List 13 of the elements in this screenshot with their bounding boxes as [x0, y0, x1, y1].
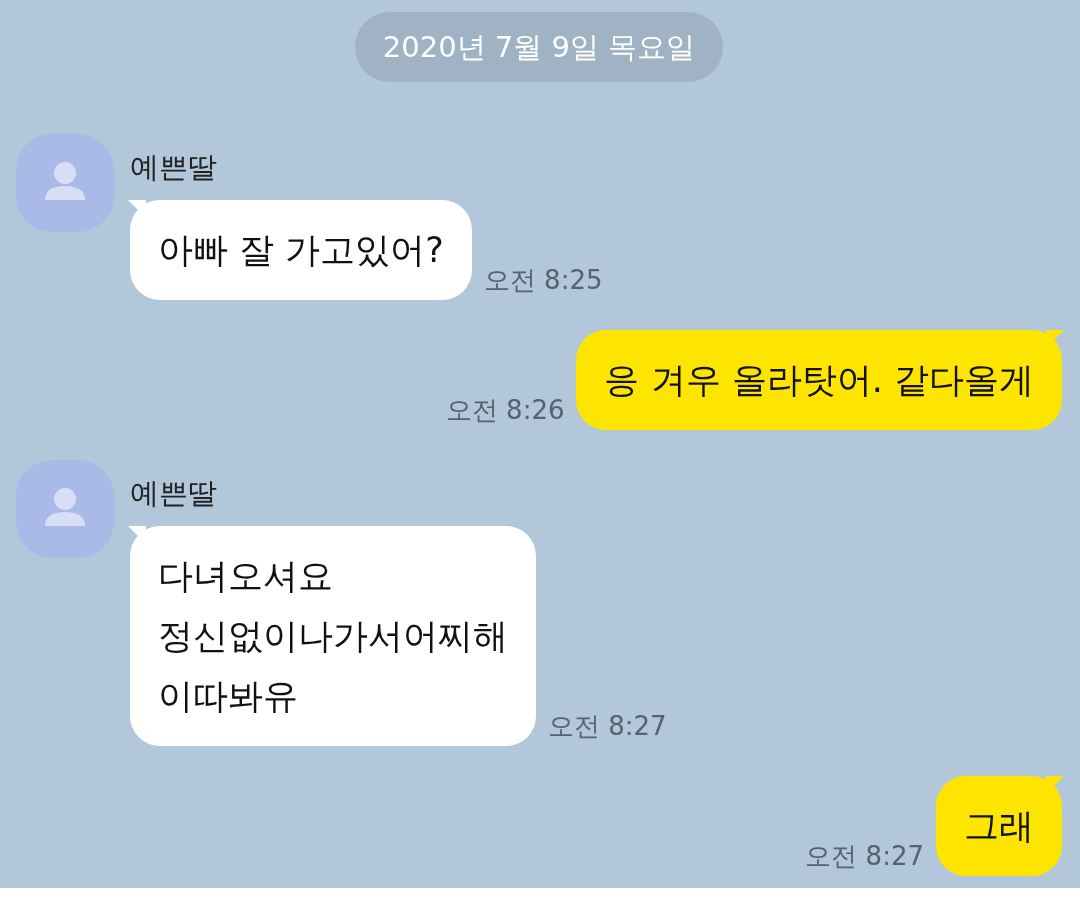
message-bubble: 다녀오셔요 정신없이나가서어찌해 이따봐유: [130, 526, 536, 746]
message-bubble: 응 겨우 올라탓어. 같다올게: [576, 330, 1062, 430]
message-bubble: 그래: [936, 776, 1062, 876]
sender-name: 예쁜딸: [130, 149, 218, 186]
sender-name: 예쁜딸: [130, 475, 218, 512]
avatar-icon[interactable]: [16, 460, 114, 558]
message-time: 오전 8:27: [548, 710, 667, 743]
message-time: 오전 8:25: [483, 264, 603, 297]
message-time: 오전 8:27: [805, 840, 924, 873]
avatar-icon[interactable]: [16, 134, 114, 232]
message-time: 오전 8:26: [445, 394, 565, 427]
date-divider: 2020년 7월 9일 목요일: [354, 12, 724, 82]
message-bubble: 아빠 잘 가고있어?: [130, 200, 472, 300]
